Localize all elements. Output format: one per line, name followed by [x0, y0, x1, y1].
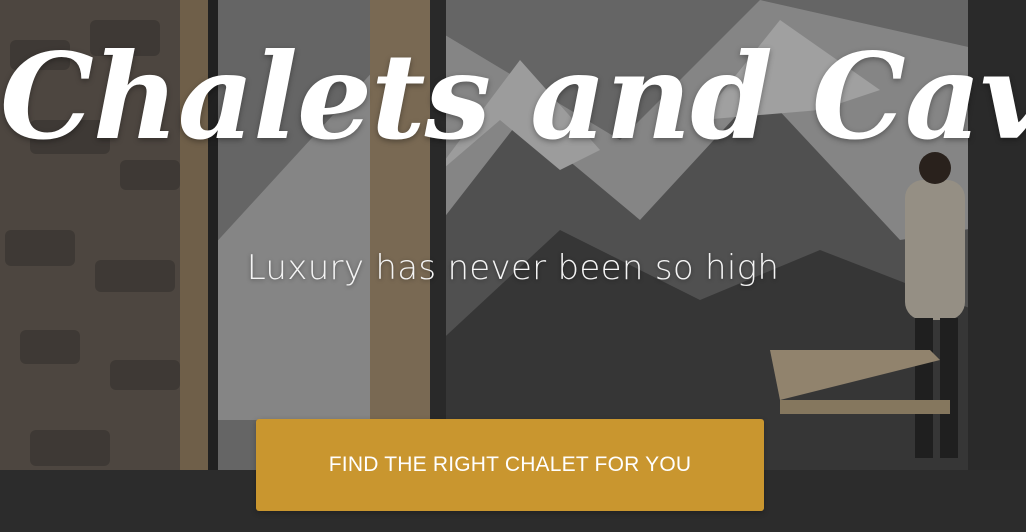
hero-section: Chalets and Caviar Luxury has never been…	[0, 0, 1026, 532]
hero-subtitle: Luxury has never been so high	[246, 248, 780, 288]
find-chalet-button[interactable]: FIND THE RIGHT CHALET FOR YOU	[256, 419, 764, 511]
hero-title: Chalets and Caviar	[0, 27, 1026, 166]
